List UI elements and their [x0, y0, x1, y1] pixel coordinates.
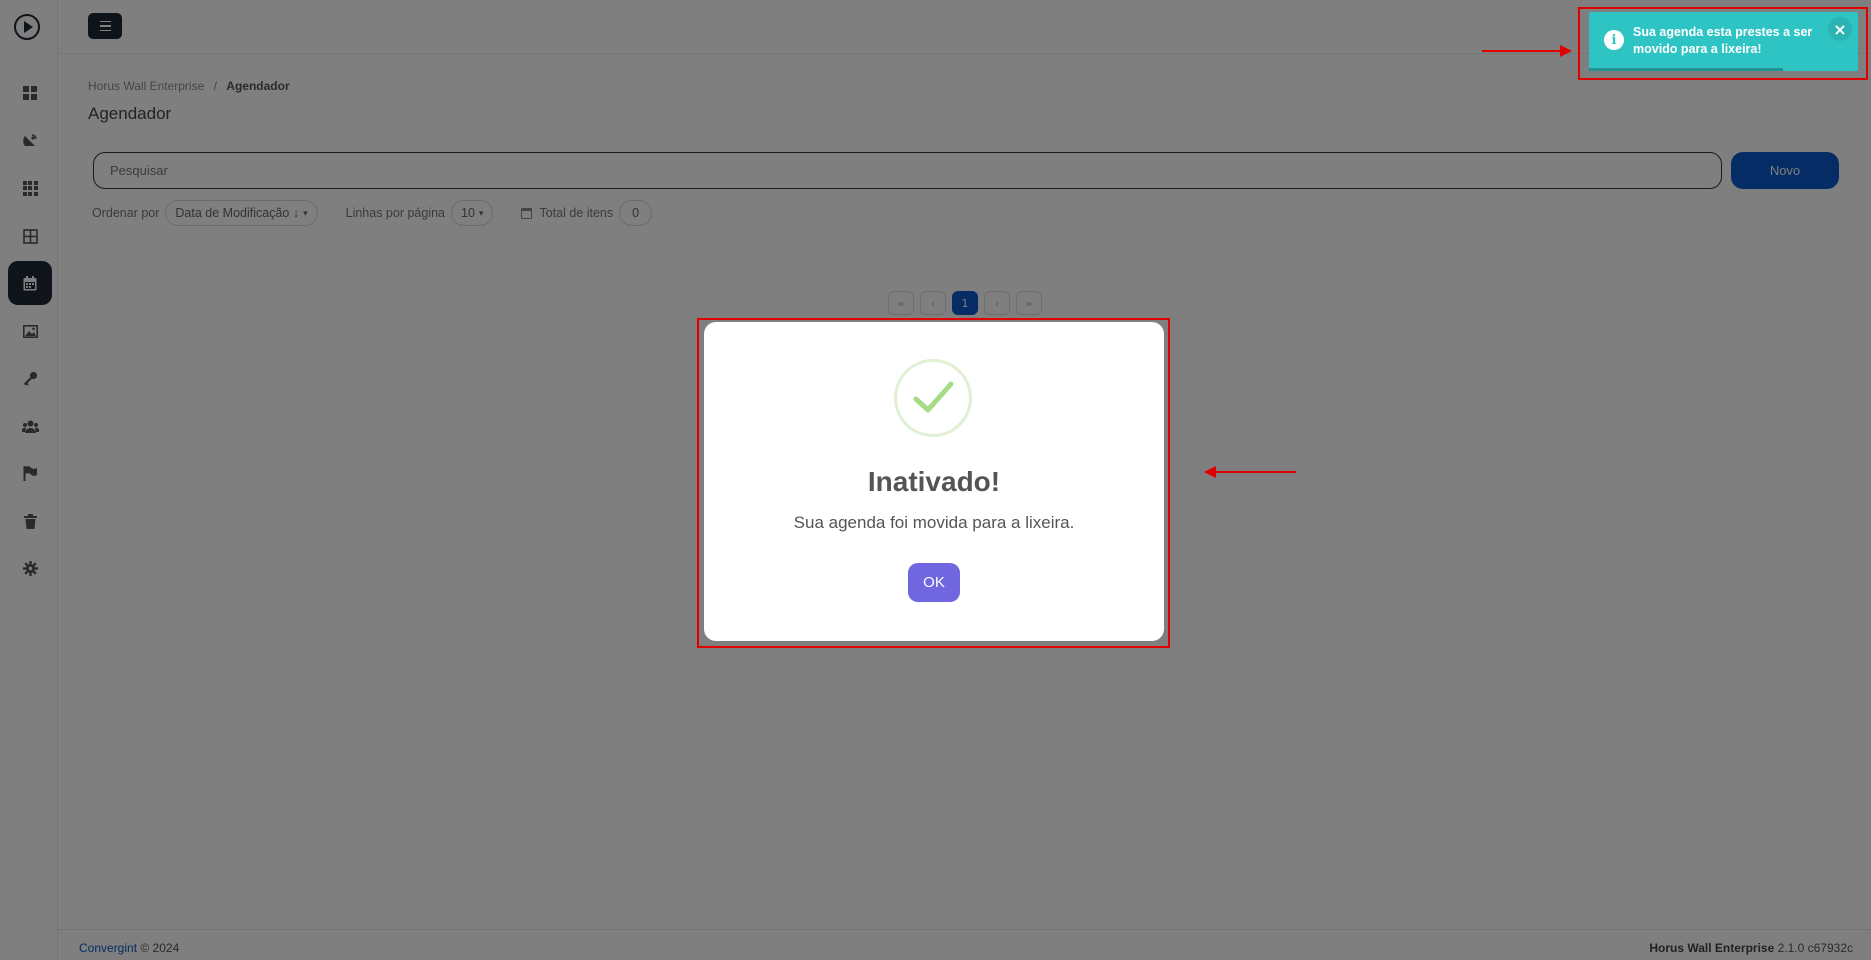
- annotation-arrow-right: [1482, 45, 1572, 57]
- annotation-box-toast: [1578, 7, 1868, 80]
- annotation-arrow-left: [1204, 466, 1296, 478]
- annotation-box-dialog: [697, 318, 1170, 648]
